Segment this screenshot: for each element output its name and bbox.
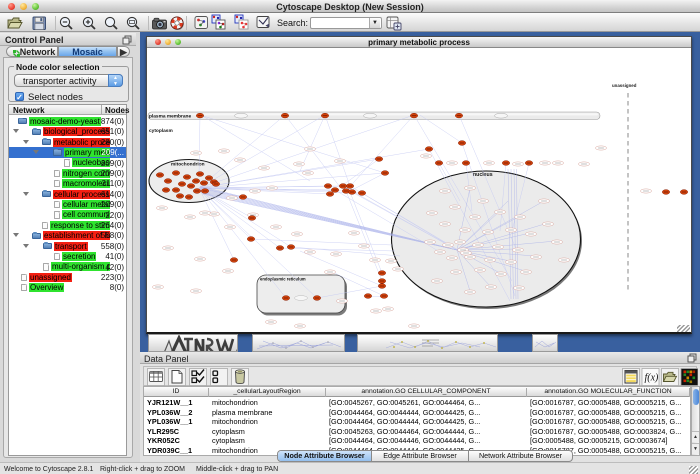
- svg-text:cytoplasm: cytoplasm: [149, 128, 173, 134]
- svg-text:f(x): f(x): [645, 373, 660, 384]
- svg-text:nucleus: nucleus: [473, 172, 493, 178]
- svg-text:unassigned: unassigned: [612, 83, 637, 88]
- svg-text:plasma membrane: plasma membrane: [149, 114, 191, 120]
- svg-text:endoplasmic reticulum: endoplasmic reticulum: [260, 277, 306, 282]
- svg-text:mitochondrion: mitochondrion: [171, 162, 205, 168]
